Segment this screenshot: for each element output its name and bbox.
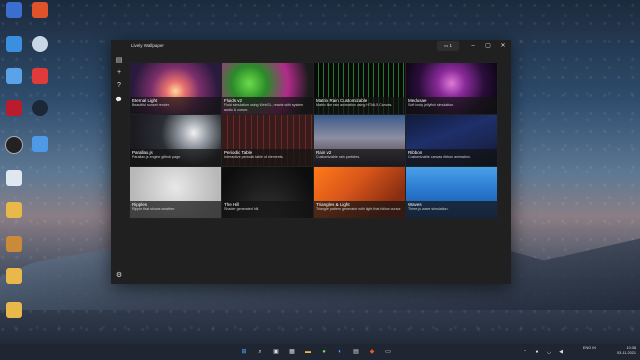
help-icon[interactable]: ? bbox=[114, 81, 124, 91]
desktop-icon-folder2[interactable] bbox=[1, 268, 27, 285]
tile-triangles-light[interactable]: Triangles & Light Triangle pattern genera… bbox=[313, 166, 406, 219]
lively-window: Lively Wallpaper ▭ 1 – ▢ ✕ ▤ + ? 💬 ⚙ Ete… bbox=[111, 40, 511, 284]
tray-chevron-icon[interactable]: ⌃ bbox=[520, 347, 530, 357]
task-view-icon[interactable]: ▣ bbox=[271, 347, 281, 357]
monitor-select-button[interactable]: ▭ 1 bbox=[437, 41, 459, 51]
widgets-icon[interactable]: ▦ bbox=[287, 347, 297, 357]
add-wallpaper-icon[interactable]: + bbox=[114, 68, 124, 78]
desktop-icon-recycle[interactable] bbox=[1, 2, 27, 19]
tile-parallax[interactable]: Parallax.js Parallax.js engine github pag… bbox=[129, 114, 222, 167]
desktop-icon-anydesk[interactable] bbox=[27, 68, 53, 85]
tile-medusae[interactable]: Medusae Soft body jellyfish simulation. bbox=[405, 62, 498, 115]
volume-icon[interactable]: ◀ bbox=[556, 347, 566, 357]
lively-taskbar-icon[interactable]: ▭ bbox=[383, 347, 393, 357]
desktop-icon-control[interactable] bbox=[27, 136, 53, 153]
desktop-icon-file[interactable] bbox=[1, 170, 27, 187]
desktop-icon-disc[interactable] bbox=[27, 36, 53, 53]
desktop-icon-app[interactable] bbox=[1, 68, 27, 85]
tile-ribbon[interactable]: Ribbon Customizable canvas ribbon animati… bbox=[405, 114, 498, 167]
start-icon[interactable]: ⊞ bbox=[239, 347, 249, 357]
settings-icon[interactable]: ⚙ bbox=[114, 271, 124, 281]
close-icon[interactable]: ✕ bbox=[496, 41, 510, 51]
tile-fluids-v2[interactable]: Fluids v2 Fluid simulation using WebGL, r… bbox=[221, 62, 314, 115]
edge-icon[interactable]: ◐ bbox=[335, 347, 345, 357]
tray-app-icon[interactable]: ● bbox=[532, 347, 542, 357]
desktop-icon-archive[interactable] bbox=[1, 236, 27, 253]
file-explorer-icon[interactable]: ▬ bbox=[303, 347, 313, 357]
search-icon[interactable]: ⌕ bbox=[255, 347, 265, 357]
tile-ripples[interactable]: Ripples Ripple that shows weather. bbox=[129, 166, 222, 219]
desktop-icon-pc[interactable] bbox=[1, 36, 27, 53]
sidebar: ▤ + ? 💬 ⚙ bbox=[111, 52, 127, 284]
tile-rain-v2[interactable]: Rain v2 Customizable rain particles. bbox=[313, 114, 406, 167]
desktop-icon-steam[interactable] bbox=[27, 100, 53, 117]
desktop-icon-brave[interactable] bbox=[27, 2, 53, 19]
taskbar: ⊞ ⌕ ▣ ▦ ▬ ● ◐ ▤ ◆ ▭ ⌃ ● ◡ ◀ ENG IN 10:38… bbox=[0, 344, 640, 360]
tile-periodic-table[interactable]: Periodic Table Interactive periodic table… bbox=[221, 114, 314, 167]
maximize-icon[interactable]: ▢ bbox=[481, 41, 495, 51]
desktop-icon-game[interactable] bbox=[1, 100, 27, 117]
library-icon[interactable]: ▤ bbox=[114, 56, 124, 66]
tile-waves[interactable]: Waves Three.js wave simulation. bbox=[405, 166, 498, 219]
monitor-count: 1 bbox=[449, 43, 453, 48]
brave-taskbar-icon[interactable]: ◆ bbox=[367, 347, 377, 357]
tile-eternal-light[interactable]: Eternal Light Beautiful sunset render. bbox=[129, 62, 222, 115]
wifi-icon[interactable]: ◡ bbox=[544, 347, 554, 357]
chat-icon[interactable]: 💬 bbox=[114, 95, 124, 105]
language-indicator[interactable]: ENG IN bbox=[583, 346, 596, 351]
desktop-icon-folder[interactable] bbox=[1, 202, 27, 219]
minimize-icon[interactable]: – bbox=[466, 41, 480, 51]
store-icon[interactable]: ▤ bbox=[351, 347, 361, 357]
tile-the-hill[interactable]: The Hill Shader generated hill. bbox=[221, 166, 314, 219]
clock[interactable]: 10:38 03-11-2021 bbox=[617, 346, 636, 356]
chrome-icon[interactable]: ● bbox=[319, 347, 329, 357]
clock-date: 03-11-2021 bbox=[616, 351, 636, 355]
titlebar: Lively Wallpaper ▭ 1 – ▢ ✕ bbox=[111, 40, 511, 52]
desktop-icon-obs[interactable] bbox=[1, 136, 27, 155]
desktop-icon-folder3[interactable] bbox=[1, 302, 27, 319]
window-title: Lively Wallpaper bbox=[131, 43, 164, 48]
tile-matrix-rain[interactable]: Matrix Rain Customizable Matrix like rain… bbox=[313, 62, 406, 115]
